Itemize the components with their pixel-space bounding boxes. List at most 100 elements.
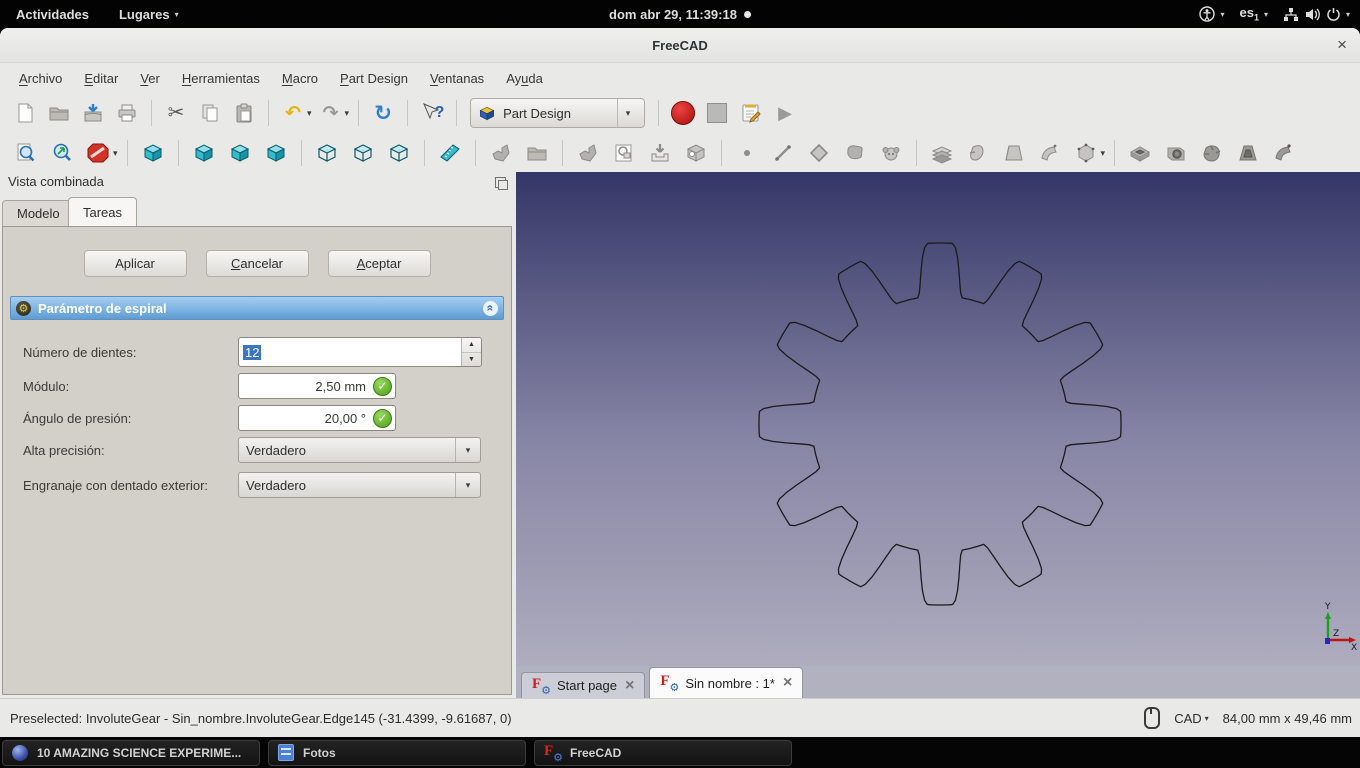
module-label: Módulo: [23, 378, 70, 394]
map-sketch-button[interactable] [646, 139, 674, 167]
additive-primitive-button[interactable] [1072, 139, 1100, 167]
module-field[interactable]: 2,50 mm ✓ [238, 373, 396, 399]
redo-dropdown-arrow[interactable]: ▾ [345, 108, 350, 119]
additive-loft-button[interactable] [1000, 139, 1028, 167]
additive-primitive-dropdown-arrow[interactable]: ▾ [1101, 148, 1106, 159]
task-section-title: Parámetro de espiral [38, 300, 167, 316]
clock-menu[interactable]: dom abr 29, 11:39:18 [609, 0, 751, 28]
right-view-button[interactable] [262, 139, 290, 167]
status-message: Preselected: InvoluteGear - Sin_nombre.I… [10, 710, 512, 726]
datum-point-button[interactable] [733, 139, 761, 167]
copy-button[interactable] [196, 99, 224, 127]
network-icon [1283, 7, 1298, 21]
cancel-button[interactable]: Cancelar [205, 250, 309, 277]
collapse-section-button[interactable]: « [483, 300, 498, 316]
pressure-angle-field[interactable]: 20,00 ° ✓ [238, 405, 396, 431]
hole-button[interactable] [1162, 139, 1190, 167]
draw-style-button[interactable] [84, 139, 112, 167]
teeth-spinbox[interactable]: 12 ▲ ▼ [238, 337, 482, 367]
datum-line-button[interactable] [769, 139, 797, 167]
undo-button[interactable]: ↶ [279, 99, 307, 127]
macro-record-button[interactable] [669, 99, 697, 127]
create-clone-button[interactable] [574, 139, 602, 167]
datum-plane-button[interactable] [805, 139, 833, 167]
macro-stop-button[interactable] [703, 99, 731, 127]
toolbar-file: ✂ ↶ ▾ ↷ ▾ ↻ ? Part Design ▾ ▶ [0, 93, 1360, 133]
paste-button[interactable] [230, 99, 258, 127]
high-precision-label: Alta precisión: [23, 442, 105, 458]
menu-archivo[interactable]: Archivo [8, 67, 73, 90]
keyboard-layout-menu[interactable]: es1 ▾ [1239, 5, 1268, 23]
workbench-selector[interactable]: Part Design ▾ [470, 98, 646, 128]
ok-button[interactable]: Aceptar [327, 250, 431, 277]
system-menu[interactable]: ▾ [1283, 7, 1350, 22]
tab-sin-nombre[interactable]: F ⚙ Sin nombre : 1* × [649, 667, 804, 698]
revolution-button[interactable] [964, 139, 992, 167]
refresh-button[interactable]: ↻ [369, 99, 397, 127]
places-menu[interactable]: Lugares ▾ [119, 7, 179, 22]
menu-macro[interactable]: Macro [271, 67, 329, 90]
menu-herramientas[interactable]: Herramientas [171, 67, 271, 90]
high-precision-value: Verdadero [246, 442, 306, 458]
rear-view-button[interactable] [313, 139, 341, 167]
open-file-button[interactable] [45, 99, 73, 127]
menu-ventanas[interactable]: Ventanas [419, 67, 495, 90]
front-view-button[interactable] [190, 139, 218, 167]
navigation-style-selector[interactable]: CAD ▾ [1174, 711, 1208, 726]
macro-edit-button[interactable] [737, 99, 765, 127]
fit-selection-button[interactable] [48, 139, 76, 167]
redo-button[interactable]: ↷ [317, 99, 345, 127]
spin-up-button[interactable]: ▲ [462, 338, 481, 353]
macro-execute-button[interactable]: ▶ [771, 99, 799, 127]
left-view-button[interactable] [385, 139, 413, 167]
additive-pipe-button[interactable] [1036, 139, 1064, 167]
shape-binder-button[interactable] [877, 139, 905, 167]
external-gear-value: Verdadero [246, 477, 306, 493]
undock-panel-icon[interactable] [495, 177, 508, 190]
close-tab-icon[interactable]: × [783, 675, 792, 691]
subtractive-loft-button[interactable] [1234, 139, 1262, 167]
tab-tareas[interactable]: Tareas [68, 197, 138, 226]
print-button[interactable] [113, 99, 141, 127]
draw-style-dropdown-arrow[interactable]: ▾ [113, 148, 118, 159]
subtractive-pipe-button[interactable] [1270, 139, 1298, 167]
undo-dropdown-arrow[interactable]: ▾ [307, 108, 312, 119]
menu-editar[interactable]: Editar [73, 67, 129, 90]
measure-button[interactable] [436, 139, 464, 167]
fit-all-button[interactable] [12, 139, 40, 167]
bottom-view-button[interactable] [349, 139, 377, 167]
menu-part-design[interactable]: Part Design [329, 67, 419, 90]
menu-ayuda[interactable]: Ayuda [495, 67, 554, 90]
taskbar-window-video[interactable]: 10 AMAZING SCIENCE EXPERIME... [2, 739, 260, 766]
taskbar-window-fotos[interactable]: Fotos [268, 739, 526, 766]
external-gear-combobox[interactable]: Verdadero ▾ [238, 472, 481, 498]
activities-button[interactable]: Actividades [16, 7, 89, 22]
pad-button[interactable] [928, 139, 956, 167]
apply-button[interactable]: Aplicar [83, 250, 187, 277]
save-button[interactable] [79, 99, 107, 127]
close-tab-icon[interactable]: × [625, 677, 634, 694]
create-group-button[interactable] [523, 139, 551, 167]
edit-sketch-button[interactable] [682, 139, 710, 167]
high-precision-combobox[interactable]: Verdadero ▾ [238, 437, 481, 463]
accessibility-menu[interactable]: ▾ [1199, 6, 1224, 22]
groove-button[interactable] [1198, 139, 1226, 167]
title-bar[interactable]: FreeCAD × [0, 28, 1360, 63]
local-coordinate-system-button[interactable] [841, 139, 869, 167]
axonometric-view-button[interactable] [139, 139, 167, 167]
create-body-button[interactable] [487, 139, 515, 167]
tab-modelo[interactable]: Modelo [2, 200, 75, 226]
top-view-button[interactable] [226, 139, 254, 167]
task-section-header[interactable]: ⚙ Parámetro de espiral « [10, 296, 504, 320]
new-file-button[interactable] [11, 99, 39, 127]
menu-ver[interactable]: Ver [129, 67, 171, 90]
pocket-button[interactable] [1126, 139, 1154, 167]
3d-viewport[interactable]: Y X Z [516, 172, 1360, 666]
create-sketch-button[interactable] [610, 139, 638, 167]
spin-down-button[interactable]: ▼ [462, 353, 481, 367]
whats-this-button[interactable]: ? [418, 99, 446, 127]
cut-button[interactable]: ✂ [162, 99, 190, 127]
close-window-button[interactable]: × [1337, 35, 1347, 55]
tab-start-page[interactable]: F ⚙ Start page × [521, 672, 646, 698]
taskbar-window-freecad[interactable]: F ⚙ FreeCAD [534, 739, 792, 766]
